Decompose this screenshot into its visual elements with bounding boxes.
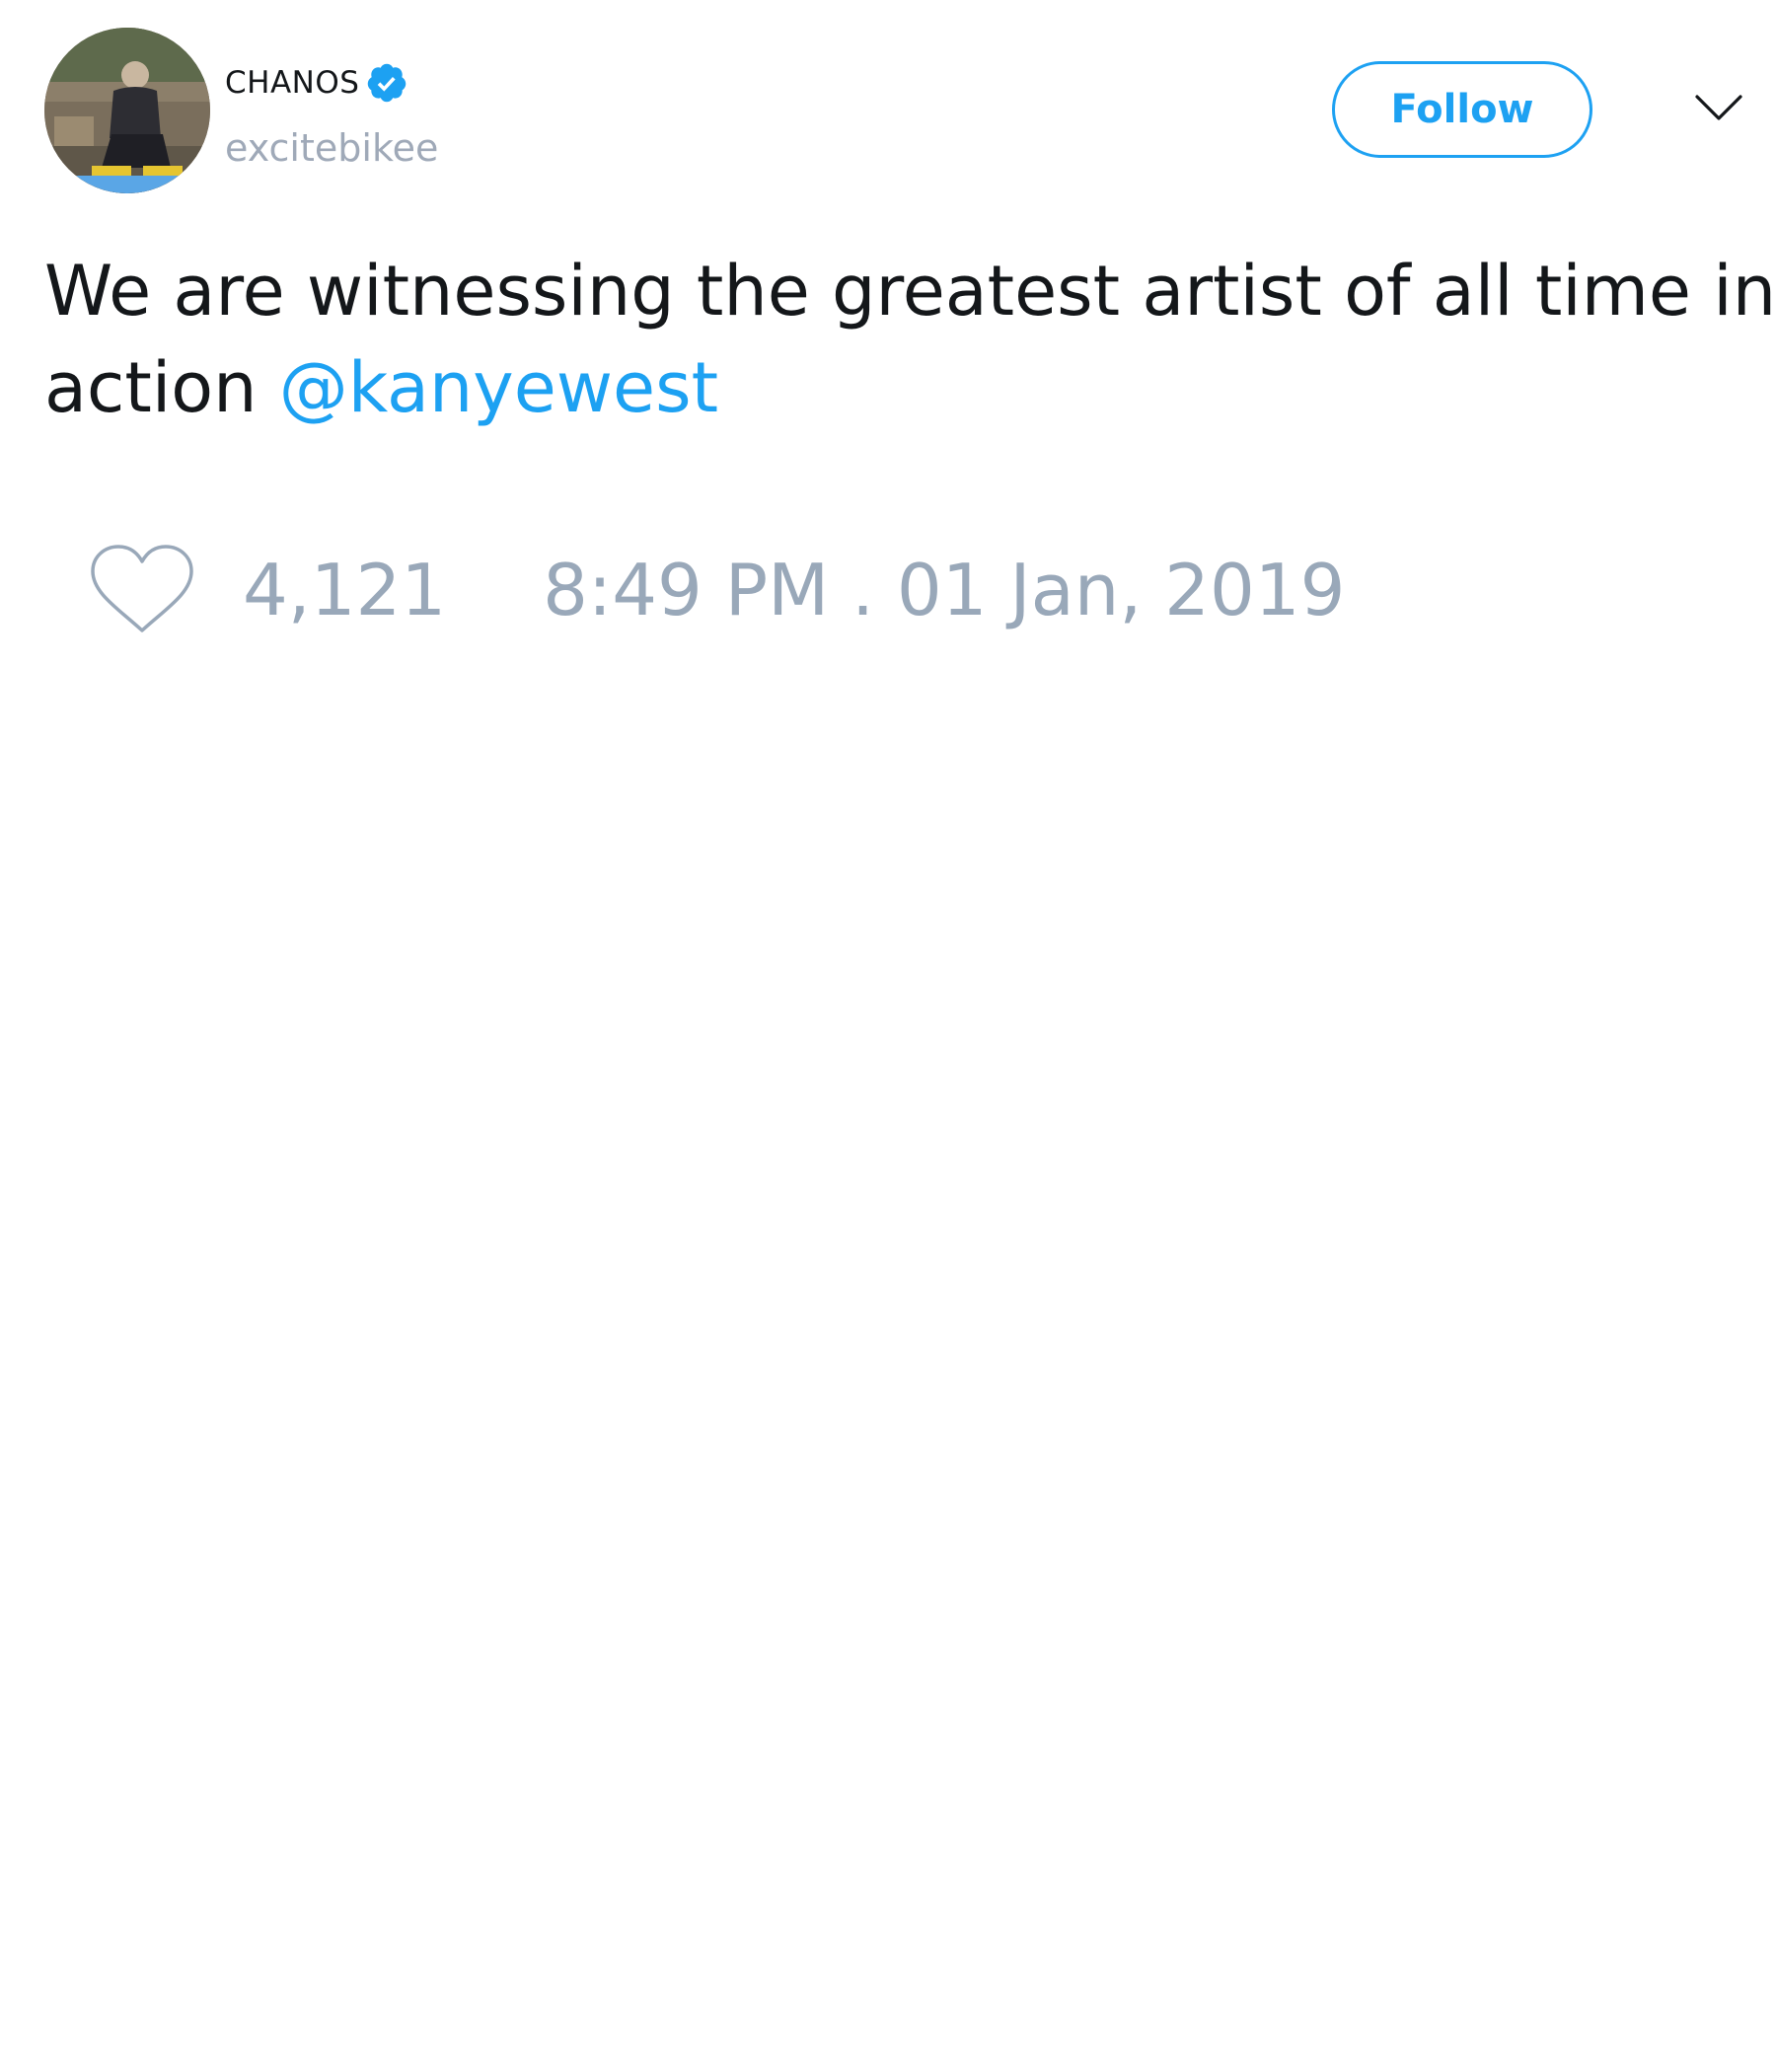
follow-button[interactable]: Follow [1332, 61, 1592, 158]
verified-badge-icon [365, 61, 408, 105]
author-avatar[interactable] [44, 28, 210, 193]
tweet-timestamp[interactable]: 8:49 PM . 01 Jan, 2019 [543, 549, 1345, 631]
tweet-footer: 4,121 8:49 PM . 01 Jan, 2019 [89, 541, 1345, 639]
mention-link[interactable]: @kanyewest [279, 347, 718, 428]
tweet-text: We are witnessing the greatest artist of… [44, 243, 1776, 436]
author-handle[interactable]: excitebikee [225, 126, 438, 170]
chevron-down-icon[interactable] [1693, 89, 1744, 128]
like-count: 4,121 [243, 549, 447, 631]
heart-outline-icon[interactable] [89, 544, 195, 636]
author-display-name[interactable]: CHANOS [225, 65, 359, 101]
tweet-card: CHANOS excitebikee Follow We are witness… [0, 0, 1776, 2072]
avatar-photo [44, 28, 210, 193]
author-name-row: CHANOS [225, 61, 408, 105]
tweet-text-line-2-prefix: action [44, 347, 279, 428]
tweet-text-line-1: We are witnessing the greatest artist of… [44, 251, 1776, 332]
tweet-text-line-2: action @kanyewest [44, 339, 1761, 436]
